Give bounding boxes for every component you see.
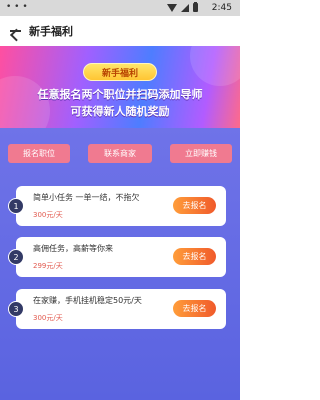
battery-icon [193,2,198,12]
task-signup-button[interactable]: 去报名 [173,197,216,214]
task-number-badge: 3 [8,301,24,317]
back-arrow-icon[interactable] [9,24,23,38]
app-bar: 新手福利 [0,16,240,46]
banner-decoration [190,46,240,86]
task-card-3[interactable]: 3 在家赚，手机挂机稳定50元/天 300元/天 去报名 [8,289,226,329]
task-card-2[interactable]: 2 高佣任务，高薪等你来 299元/天 去报名 [8,237,226,277]
banner-decoration [0,76,50,128]
banner-subheadline: 可获得新人随机奖励 [70,105,170,118]
status-icons [167,2,198,12]
contact-merchant-button[interactable]: 联系商家 [88,144,152,163]
notification-dots: • • • [6,2,28,12]
wifi-icon [167,3,177,12]
task-price: 300元/天 [33,314,63,322]
action-button-row: 报名职位 联系商家 立即赚钱 [0,144,240,164]
status-time: 2:45 [211,3,232,13]
page-title: 新手福利 [29,25,73,38]
task-signup-button[interactable]: 去报名 [173,300,216,317]
task-price: 299元/天 [33,262,63,270]
task-title: 在家赚，手机挂机稳定50元/天 [33,296,142,305]
task-number-badge: 1 [8,198,24,214]
task-number-badge: 2 [8,249,24,265]
banner-headline: 任意报名两个职位并扫码添加导师 [37,88,203,101]
task-card-1[interactable]: 1 简单小任务 一单一结，不拖欠 300元/天 去报名 [8,186,226,226]
register-job-button[interactable]: 报名职位 [8,144,70,163]
promo-banner: 新手福利 任意报名两个职位并扫码添加导师 可获得新人随机奖励 [0,46,240,128]
signal-icon [181,3,189,12]
banner-badge: 新手福利 [83,63,157,81]
task-title: 高佣任务，高薪等你来 [33,244,113,253]
status-bar: • • • 2:45 [0,0,240,16]
task-signup-button[interactable]: 去报名 [173,248,216,265]
task-price: 300元/天 [33,211,63,219]
task-title: 简单小任务 一单一结，不拖欠 [33,193,140,202]
earn-now-button[interactable]: 立即赚钱 [170,144,232,163]
